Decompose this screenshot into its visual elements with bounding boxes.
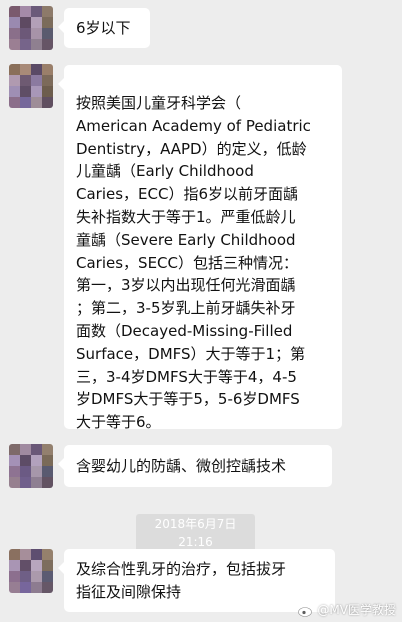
weibo-logo-icon	[298, 604, 315, 617]
sender-avatar[interactable]	[9, 6, 53, 50]
message-text: 按照美国儿童牙科学会（ American Academy of Pediatri…	[76, 94, 311, 432]
sender-avatar[interactable]	[9, 444, 53, 488]
message-text: 含婴幼儿的防龋、微创控龋技术	[76, 457, 287, 475]
sender-avatar[interactable]	[9, 64, 53, 108]
message-bubble[interactable]: 按照美国儿童牙科学会（ American Academy of Pediatri…	[58, 65, 342, 431]
sender-avatar[interactable]	[9, 549, 53, 593]
watermark-text: @MV医学教授	[317, 603, 396, 617]
message-text: 及综合性乳牙的治疗，包括拔牙 指征及间隙保持	[76, 560, 287, 601]
message-bubble[interactable]: 6岁以下	[58, 8, 150, 48]
message-bubble[interactable]: 含婴幼儿的防龋、微创控龋技术	[58, 445, 332, 487]
watermark: @MV医学教授	[298, 602, 396, 618]
message-bubble[interactable]: 及综合性乳牙的治疗，包括拔牙 指征及间隙保持	[58, 549, 335, 612]
message-text: 6岁以下	[76, 19, 131, 37]
timestamp-label: 2018年6月7日 21:16	[136, 514, 255, 552]
